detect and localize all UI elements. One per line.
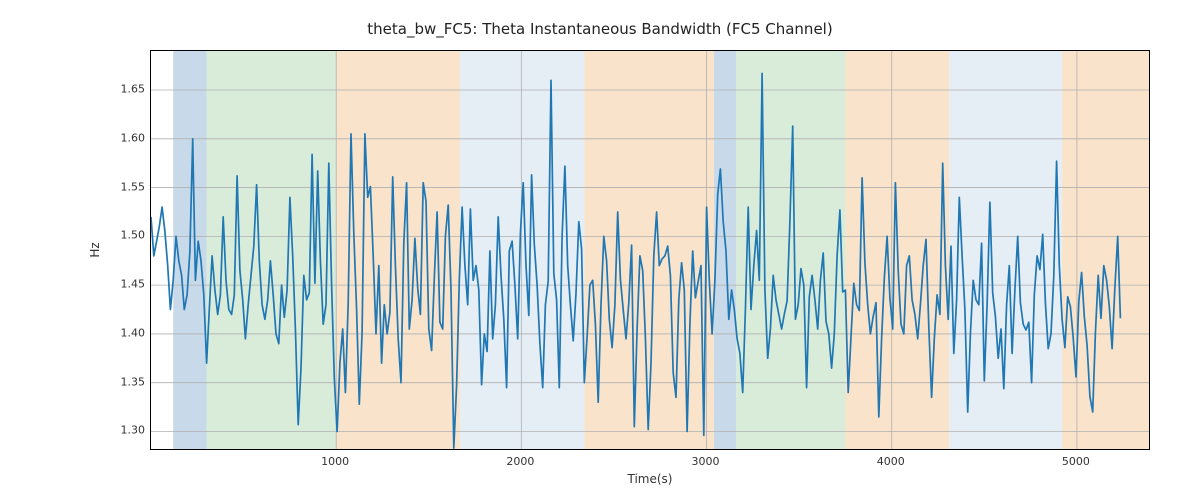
figure: theta_bw_FC5: Theta Instantaneous Bandwi… xyxy=(0,0,1200,500)
background-band xyxy=(207,51,337,450)
y-tick-label: 1.65 xyxy=(85,83,145,96)
x-tick-label: 5000 xyxy=(1062,455,1090,468)
x-tick-label: 1000 xyxy=(321,455,349,468)
x-tick-label: 3000 xyxy=(692,455,720,468)
chart-title: theta_bw_FC5: Theta Instantaneous Bandwi… xyxy=(0,20,1200,38)
background-band xyxy=(714,51,736,450)
y-tick-label: 1.35 xyxy=(85,375,145,388)
y-tick-label: 1.60 xyxy=(85,131,145,144)
y-tick-label: 1.30 xyxy=(85,424,145,437)
background-band xyxy=(1062,51,1150,450)
y-tick-label: 1.50 xyxy=(85,229,145,242)
plot-svg xyxy=(151,51,1150,450)
x-tick-label: 2000 xyxy=(506,455,534,468)
x-tick-label: 4000 xyxy=(877,455,905,468)
background-band xyxy=(736,51,845,450)
x-axis-label: Time(s) xyxy=(628,472,673,486)
y-tick-label: 1.45 xyxy=(85,278,145,291)
background-band xyxy=(949,51,1062,450)
y-tick-label: 1.40 xyxy=(85,326,145,339)
y-axis-label: Hz xyxy=(88,242,102,257)
plot-area xyxy=(150,50,1150,450)
y-tick-label: 1.55 xyxy=(85,180,145,193)
background-band xyxy=(460,51,584,450)
